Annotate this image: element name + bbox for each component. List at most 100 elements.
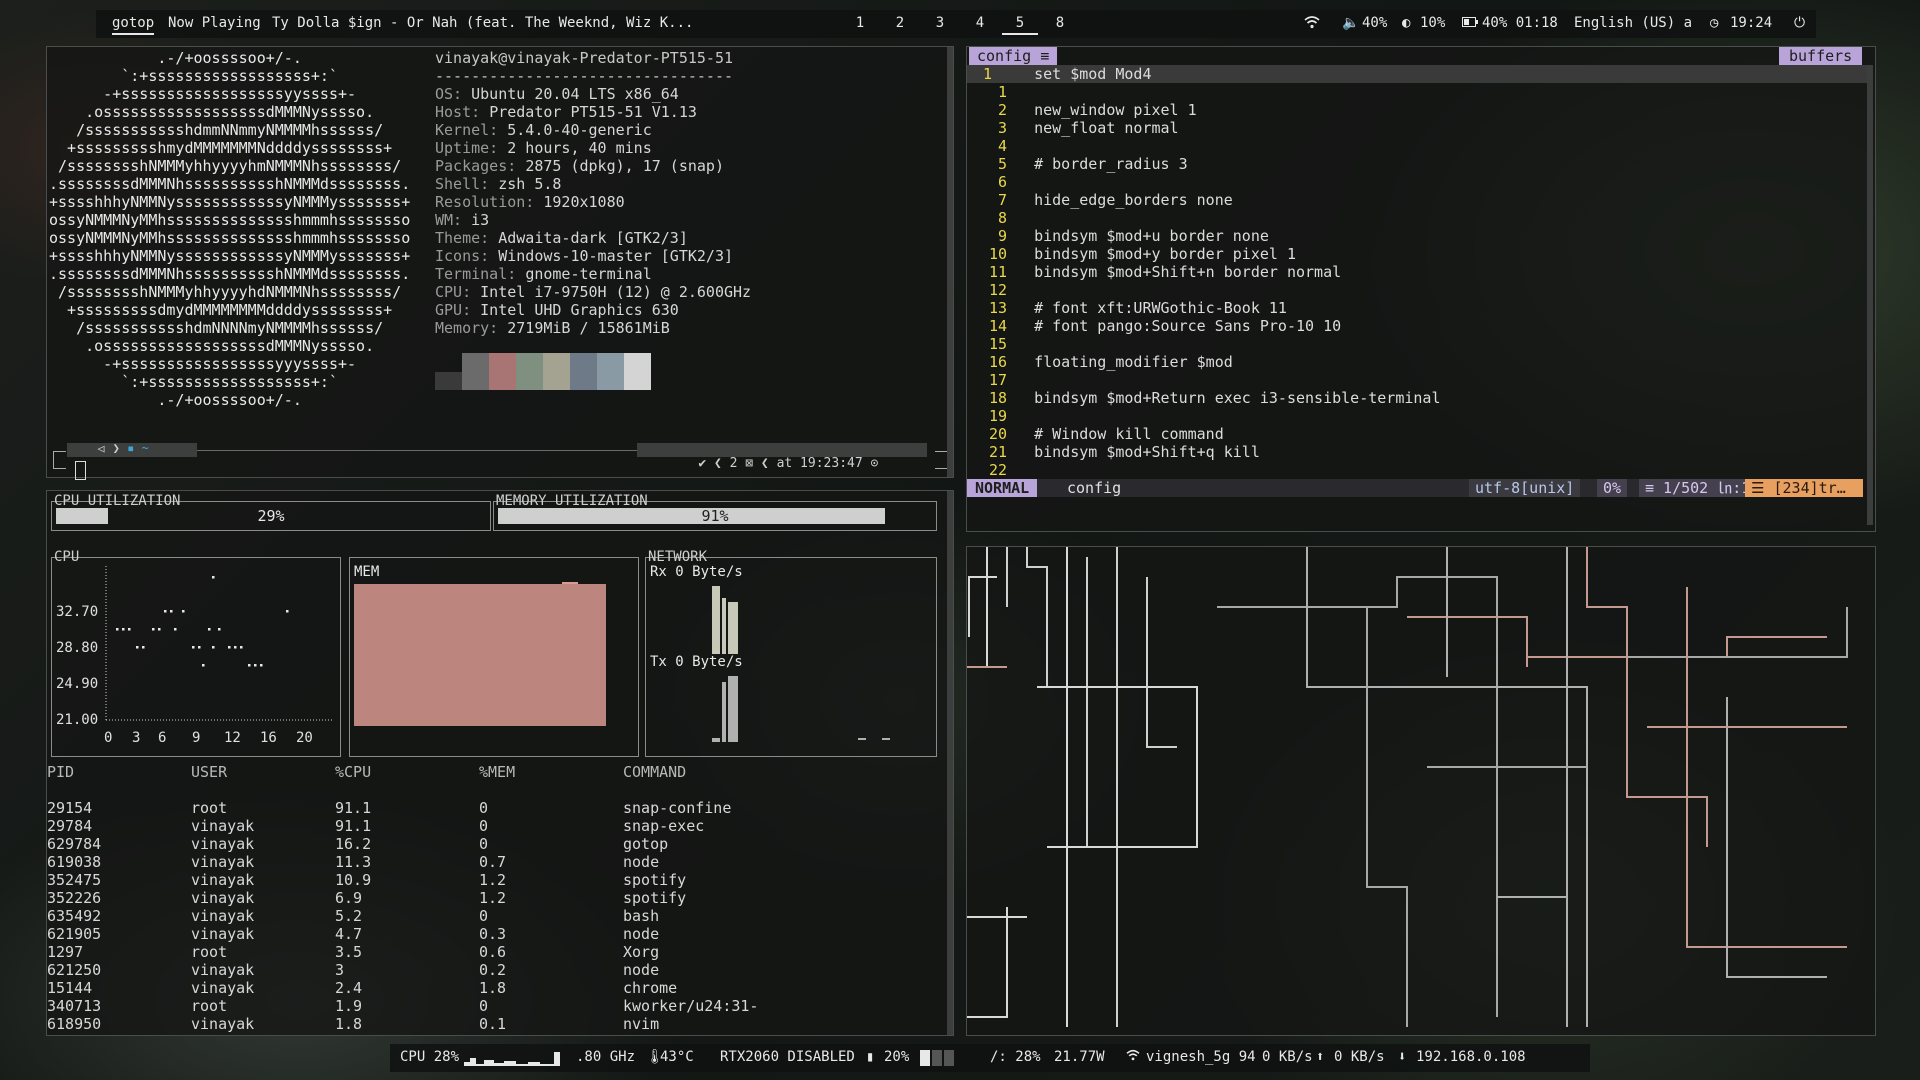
vim-line[interactable]: 20 # Window kill command: [967, 425, 1867, 443]
vim-line[interactable]: 12: [967, 281, 1867, 299]
wifi-icon[interactable]: [1304, 15, 1320, 33]
gotop-scrollbar[interactable]: [947, 491, 953, 1035]
y-tick-label: 32.70: [56, 604, 98, 620]
vim-line[interactable]: 6: [967, 173, 1867, 191]
process-row[interactable]: 1297 root 3.5 0.6 Xorg: [47, 943, 927, 961]
pipe-segment: [1686, 587, 1847, 948]
vim-line[interactable]: 1: [967, 83, 1867, 101]
brightness-icon[interactable]: ◐: [1402, 15, 1410, 31]
vim-line[interactable]: 11 bindsym $mod+Shift+n border normal: [967, 263, 1867, 281]
process-cell: 1.2: [479, 889, 507, 907]
vim-line[interactable]: 18 bindsym $mod+Return exec i3-sensible-…: [967, 389, 1867, 407]
process-row[interactable]: 352475 vinayak 10.9 1.2 spotify: [47, 871, 927, 889]
process-row[interactable]: 29784 vinayak 91.1 0 snap-exec: [47, 817, 927, 835]
header-user[interactable]: USER: [191, 763, 227, 781]
process-row[interactable]: 352226 vinayak 6.9 1.2 spotify: [47, 889, 927, 907]
header-cpu[interactable]: %CPU: [335, 763, 371, 781]
workspace-3[interactable]: 3: [922, 15, 958, 31]
cpu-point: [170, 610, 173, 613]
vim-line[interactable]: 17: [967, 371, 1867, 389]
volume-icon[interactable]: 🔈: [1342, 15, 1359, 31]
line-number: 3: [997, 119, 1007, 137]
process-row[interactable]: 618950 vinayak 1.8 0.1 nvim: [47, 1015, 927, 1033]
vim-line[interactable]: 21 bindsym $mod+Shift+q kill: [967, 443, 1867, 461]
nvim-window[interactable]: config ≡ buffers 1 set $mod Mod4 1 2 new_…: [966, 46, 1876, 532]
process-row[interactable]: 621250 vinayak 3 0.2 node: [47, 961, 927, 979]
vim-tabline: config ≡ buffers: [967, 47, 1875, 65]
process-cell: 1.9: [335, 997, 363, 1015]
process-row[interactable]: 15144 vinayak 2.4 1.8 chrome: [47, 979, 927, 997]
window-tab-song[interactable]: Ty Dolla $ign - Or Nah (feat. The Weeknd…: [272, 15, 693, 31]
info-key: GPU:: [435, 301, 481, 319]
vim-line[interactable]: 7 hide_edge_borders none: [967, 191, 1867, 209]
process-row[interactable]: 629784 vinayak 16.2 0 gotop: [47, 835, 927, 853]
y-tick-label: 24.90: [56, 676, 98, 692]
workspace-2[interactable]: 2: [882, 15, 918, 31]
clock-icon: ◷: [1710, 15, 1719, 31]
vim-line[interactable]: 10 bindsym $mod+y border pixel 1: [967, 245, 1867, 263]
disk-usage: /: 28%: [990, 1049, 1041, 1065]
workspace-4[interactable]: 4: [962, 15, 998, 31]
vim-line[interactable]: 19: [967, 407, 1867, 425]
process-row[interactable]: 619038 vinayak 11.3 0.7 node: [47, 853, 927, 871]
process-row[interactable]: 621905 vinayak 4.7 0.3 node: [47, 925, 927, 943]
process-cell: 2.4: [335, 979, 363, 997]
vim-line[interactable]: 3 new_float normal: [967, 119, 1867, 137]
neofetch-info-row: Memory: 2719MiB / 15861MiB: [435, 319, 751, 337]
header-command[interactable]: COMMAND: [623, 763, 686, 781]
workspace-1[interactable]: 1: [842, 15, 878, 31]
vim-line[interactable]: 9 bindsym $mod+u border none: [967, 227, 1867, 245]
vim-line[interactable]: 16 floating_modifier $mod: [967, 353, 1867, 371]
line-number: 13: [988, 299, 1007, 317]
pipes-terminal[interactable]: [966, 546, 1876, 1036]
vim-line[interactable]: 22: [967, 461, 1867, 479]
palette-swatch: [516, 353, 543, 390]
cpu-point: [158, 628, 161, 631]
vim-line[interactable]: 5 # border_radius 3: [967, 155, 1867, 173]
vim-buffer[interactable]: 1 set $mod Mod4 1 2 new_window pixel 13 n…: [967, 65, 1867, 479]
process-row[interactable]: 340713 root 1.9 0 kworker/u24:31-: [47, 997, 927, 1015]
vim-scrollbar[interactable]: [1867, 65, 1873, 525]
line-number: 8: [997, 209, 1007, 227]
line-number: 7: [997, 191, 1007, 209]
process-table[interactable]: 29154 root 91.1 0 snap-confine 29784 vinayak 91…: [47, 799, 927, 1033]
window-tab-now-playing[interactable]: Now Playing: [168, 15, 261, 31]
cpu-point: [208, 628, 211, 631]
arrows-icon: ⏿ ❯ ▪ ~: [97, 441, 149, 455]
brightness-value[interactable]: 10%: [1420, 15, 1445, 31]
vim-line[interactable]: 13 # font xft:URWGothic-Book 11: [967, 299, 1867, 317]
line-text: hide_edge_borders none: [1034, 191, 1233, 209]
info-key: CPU:: [435, 283, 481, 301]
vim-line[interactable]: 1 set $mod Mod4: [967, 65, 1867, 83]
scrollbar[interactable]: [947, 47, 953, 477]
vim-line[interactable]: 14 # font pango:Source Sans Pro-10 10: [967, 317, 1867, 335]
rx-spark-1: [712, 586, 720, 654]
vim-line[interactable]: 4: [967, 137, 1867, 155]
vim-line[interactable]: 2 new_window pixel 1: [967, 101, 1867, 119]
vim-line[interactable]: 8: [967, 209, 1867, 227]
process-row[interactable]: 29154 root 91.1 0 snap-confine: [47, 799, 927, 817]
info-value: Ubuntu 20.04 LTS x86_64: [471, 85, 679, 103]
cpu-point: [164, 610, 167, 613]
process-cell: 11.3: [335, 853, 372, 871]
power-icon[interactable]: ⏻: [1794, 15, 1805, 31]
volume-value[interactable]: 40%: [1362, 15, 1387, 31]
header-mem[interactable]: %MEM: [479, 763, 515, 781]
gotop-window[interactable]: CPU UTILIZATION 29% MEMORY UTILIZATION 9…: [46, 490, 954, 1036]
header-pid[interactable]: PID: [47, 763, 74, 781]
keyboard-layout[interactable]: English (US) a: [1574, 15, 1692, 31]
cpu-point: [248, 664, 251, 667]
clock[interactable]: 19:24: [1730, 15, 1772, 31]
process-row[interactable]: 635492 vinayak 5.2 0 bash: [47, 907, 927, 925]
line-number: 2: [997, 101, 1007, 119]
ascii-logo-line: `:+ssssssssssssssssss+:`: [49, 373, 338, 391]
neofetch-separator: ---------------------------------: [435, 67, 734, 85]
workspace-8[interactable]: 8: [1042, 15, 1078, 31]
window-tab-gotop[interactable]: gotop: [112, 15, 155, 35]
neofetch-terminal[interactable]: .-/+oossssoo+/-. `:+ssssssssssssssssss+:…: [46, 46, 954, 480]
vim-tab-config[interactable]: config ≡: [969, 47, 1058, 65]
vim-mode: NORMAL: [967, 479, 1038, 497]
vim-line[interactable]: 15: [967, 335, 1867, 353]
process-cell: 29154: [47, 799, 93, 817]
workspace-5[interactable]: 5: [1002, 15, 1038, 35]
